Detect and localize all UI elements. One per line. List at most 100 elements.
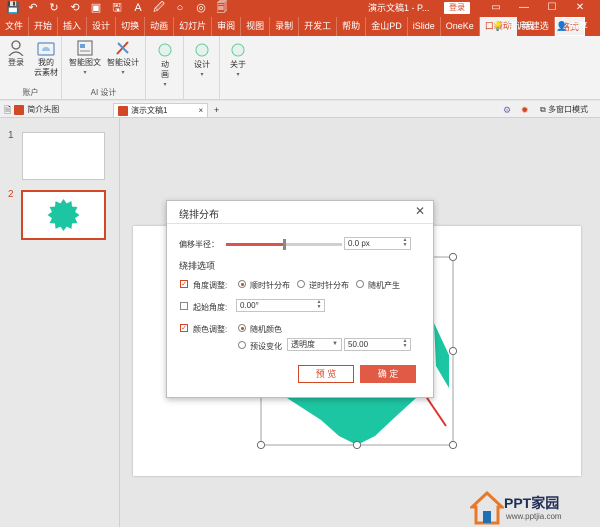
share-label: 共享	[569, 21, 588, 31]
add-tab-button[interactable]: +	[214, 103, 219, 117]
close-icon[interactable]: ✕	[415, 204, 425, 218]
ribbon-tab-bar: 文件 开始 插入 设计 切换 动画 幻灯片 审阅 视图 录制 开发工 帮助 金山PD iSlide OneK…	[0, 17, 600, 36]
radio-random-color[interactable]	[238, 324, 246, 332]
about-button[interactable]: 关于 ▾	[226, 42, 250, 80]
radio-random[interactable]	[356, 280, 364, 288]
start-angle-value: 0.00°	[240, 301, 259, 310]
ribbon-tab-10[interactable]: 开发工	[299, 17, 338, 36]
ribbon-tab-5[interactable]: 动画	[145, 17, 175, 36]
slide-thumbnail-1[interactable]	[22, 132, 105, 180]
color-adjust-checkbox[interactable]: ✓	[180, 324, 188, 332]
save-as-icon[interactable]: 🖫	[111, 2, 123, 15]
angle-adjust-label: 角度调整:	[193, 281, 228, 290]
ribbon-group-about: 关于 ▾	[220, 36, 256, 100]
design-icon	[195, 43, 209, 57]
plugin-gear-icon[interactable]: ✹	[521, 103, 529, 117]
offset-radius-input[interactable]: 0.0 px ▲ ▼	[344, 237, 411, 250]
account-login-label: 登录	[8, 58, 24, 67]
spin-arrows-icon[interactable]: ▲ ▼	[401, 339, 409, 349]
smart-design-label: 智能设计	[107, 58, 139, 67]
chevron-down-icon: ▼	[332, 341, 338, 347]
preset-type-value: 透明度	[291, 340, 315, 349]
radio-random-label: 随机产生	[368, 281, 400, 290]
ribbon-display-icon[interactable]: ▭	[490, 1, 502, 15]
angle-adjust-checkbox[interactable]: ✓	[180, 280, 188, 288]
slider-handle[interactable]	[283, 239, 286, 250]
smart-graphic-button[interactable]: 智能图文 ▾	[68, 40, 102, 78]
radio-clockwise[interactable]	[238, 280, 246, 288]
animation-button[interactable]: 动 画 ▾	[154, 42, 176, 90]
settings-cog-icon[interactable]: ⚙	[503, 103, 511, 117]
window-controls: ▭ — ☐ ✕	[490, 1, 586, 15]
ai-group-label: AI 设计	[90, 88, 117, 97]
offset-radius-value: 0.0 px	[348, 239, 370, 248]
watermark-brand: PPT家园	[504, 495, 560, 511]
multi-window-label: 多窗口模式	[547, 105, 588, 114]
smart-graphic-icon	[77, 40, 93, 56]
close-icon[interactable]: ✕	[574, 1, 586, 15]
lightbulb-icon: 💡	[492, 21, 504, 31]
login-button[interactable]: 登录	[444, 2, 470, 14]
ribbon-tab-8[interactable]: 视图	[241, 17, 271, 36]
redo-icon[interactable]: ↻	[48, 2, 60, 15]
maximize-icon[interactable]: ☐	[546, 1, 558, 15]
about-icon	[231, 43, 245, 57]
multi-window-icon: ⧉	[540, 105, 546, 114]
ribbon-tab-13[interactable]: iSlide	[408, 17, 441, 36]
multi-window-mode-button[interactable]: ⧉ 多窗口模式	[540, 103, 588, 117]
offset-radius-slider[interactable]	[226, 239, 342, 250]
wrap-options-label: 绕排选项	[179, 261, 216, 271]
ribbon-tab-2[interactable]: 插入	[58, 17, 88, 36]
ribbon-tab-9[interactable]: 录制	[270, 17, 300, 36]
chevron-down-icon: ▾	[236, 72, 240, 78]
radio-counterclockwise[interactable]	[297, 280, 305, 288]
tell-me-box[interactable]: 💡 告诉我	[492, 17, 534, 36]
ok-button[interactable]: 确 定	[360, 365, 416, 383]
start-angle-checkbox[interactable]	[180, 302, 188, 310]
smart-design-icon	[116, 41, 129, 55]
pen-icon[interactable]: 🖉	[153, 2, 165, 15]
ribbon-tab-14[interactable]: OneKe	[441, 17, 480, 36]
start-angle-input[interactable]: 0.00° ▲ ▼	[236, 299, 325, 312]
repeat-icon[interactable]: ⟲	[69, 2, 81, 15]
ribbon-tab-12[interactable]: 金山PD	[366, 17, 408, 36]
slide-thumbnail-2[interactable]	[21, 190, 106, 240]
spin-arrows-icon[interactable]: ▲ ▼	[401, 238, 409, 248]
preset-value-input[interactable]: 50.00 ▲ ▼	[344, 338, 411, 351]
save-icon[interactable]: 💾	[6, 2, 20, 15]
font-color-icon[interactable]: A	[132, 2, 144, 15]
tab-close-icon[interactable]: ×	[198, 104, 203, 118]
spin-arrows-icon[interactable]: ▲ ▼	[315, 300, 323, 310]
slideshow-icon[interactable]: ▣	[90, 2, 102, 15]
circle-shape-icon[interactable]: ○	[174, 2, 186, 15]
slide-thumbnail-pane: 1 2	[0, 118, 120, 527]
preset-type-select[interactable]: 透明度 ▼	[287, 338, 342, 351]
design-button[interactable]: 设计 ▾	[190, 42, 214, 80]
doc-tab-intro[interactable]: 🗎 简介头图	[4, 103, 59, 117]
chevron-down-icon: ▾	[163, 82, 167, 88]
doc-tab-presentation1[interactable]: 演示文稿1 ×	[113, 103, 209, 118]
my-cloud-assets-label: 我的 云素材	[34, 58, 58, 77]
ribbon-tab-11[interactable]: 帮助	[337, 17, 367, 36]
smart-design-button[interactable]: 智能设计 ▾	[106, 40, 140, 78]
ppt-file-icon	[14, 105, 25, 115]
record-icon[interactable]: ◎	[195, 2, 207, 15]
layout-icon[interactable]: 🗐	[216, 2, 228, 15]
chevron-down-icon: ▾	[121, 70, 125, 76]
ribbon-tab-0[interactable]: 文件	[0, 17, 30, 36]
start-angle-label: 起始角度:	[193, 303, 228, 312]
ribbon-tab-6[interactable]: 幻灯片	[174, 17, 213, 36]
smart-graphic-label: 智能图文	[69, 58, 101, 67]
minimize-icon[interactable]: —	[518, 1, 530, 15]
ribbon-tab-4[interactable]: 切换	[116, 17, 146, 36]
ribbon-tab-3[interactable]: 设计	[87, 17, 117, 36]
account-login-button[interactable]: 登录	[5, 40, 27, 68]
radio-preset-change[interactable]	[238, 341, 246, 349]
undo-icon[interactable]: ↶	[27, 2, 39, 15]
my-cloud-assets-button[interactable]: 我的 云素材	[31, 40, 61, 78]
ribbon-tab-1[interactable]: 开始	[29, 17, 59, 36]
share-button[interactable]: 👤 共享	[556, 17, 588, 36]
preview-button[interactable]: 预 览	[298, 365, 354, 383]
ribbon-tab-7[interactable]: 审阅	[212, 17, 242, 36]
radio-counterclockwise-label: 逆时针分布	[309, 281, 349, 290]
